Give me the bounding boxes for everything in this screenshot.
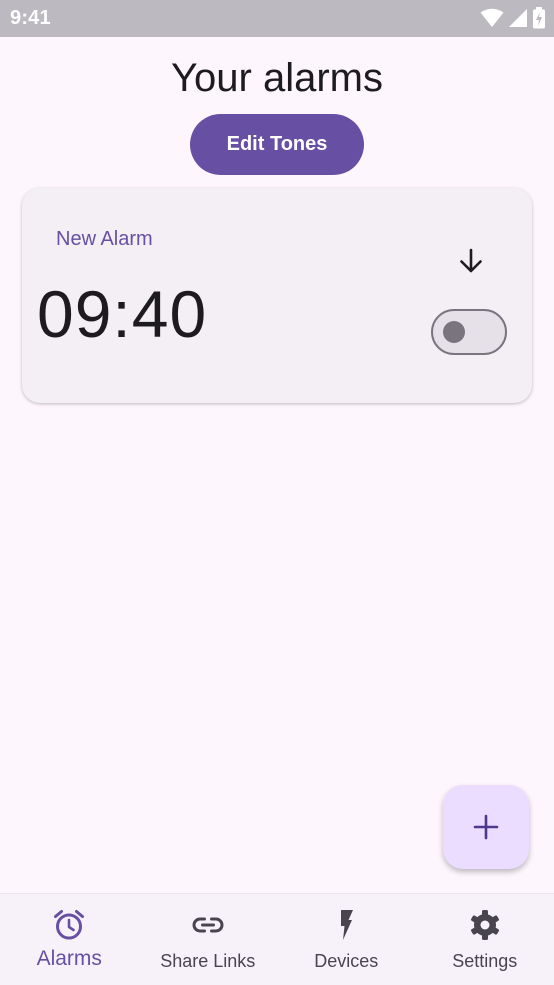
gear-icon xyxy=(468,908,502,942)
page-title: Your alarms xyxy=(0,56,554,101)
edit-tones-button[interactable]: Edit Tones xyxy=(190,114,364,175)
alarm-time[interactable]: 09:40 xyxy=(37,276,207,352)
alarm-clock-icon xyxy=(52,908,86,942)
bolt-icon xyxy=(329,908,363,942)
plus-icon xyxy=(473,814,499,840)
nav-label-share-links: Share Links xyxy=(160,951,255,972)
battery-charging-icon xyxy=(532,7,546,29)
nav-item-share-links[interactable]: Share Links xyxy=(139,894,278,985)
status-icons xyxy=(480,7,546,29)
add-alarm-button[interactable] xyxy=(443,785,529,869)
nav-item-devices[interactable]: Devices xyxy=(277,894,416,985)
arrow-down-icon[interactable] xyxy=(456,246,486,276)
status-bar: 9:41 xyxy=(0,0,554,37)
alarm-name: New Alarm xyxy=(56,228,153,251)
wifi-icon xyxy=(480,8,504,28)
nav-label-devices: Devices xyxy=(314,951,378,972)
alarm-toggle-thumb xyxy=(443,321,465,343)
nav-label-settings: Settings xyxy=(452,951,517,972)
alarm-card[interactable]: New Alarm 09:40 xyxy=(22,188,532,403)
status-time: 9:41 xyxy=(10,7,51,30)
nav-item-alarms[interactable]: Alarms xyxy=(0,894,139,985)
alarm-toggle[interactable] xyxy=(431,309,507,355)
nav-item-settings[interactable]: Settings xyxy=(416,894,554,985)
link-icon xyxy=(191,908,225,942)
nav-label-alarms: Alarms xyxy=(37,947,102,971)
cellular-signal-icon xyxy=(508,8,528,28)
bottom-navigation: Alarms Share Links Devices Settings xyxy=(0,893,554,985)
